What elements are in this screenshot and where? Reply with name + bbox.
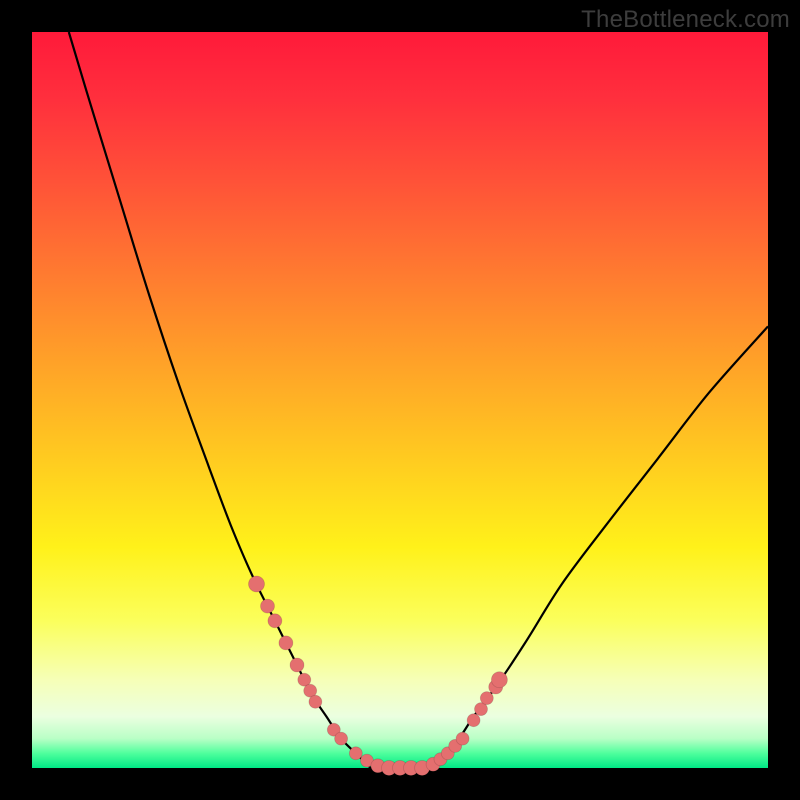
data-point [491,672,507,688]
bottleneck-curve [69,32,768,769]
watermark-text: TheBottleneck.com [581,6,790,34]
data-point [456,732,469,745]
data-point [467,714,480,727]
data-point [480,692,493,705]
data-point [268,614,282,628]
data-point [279,636,293,650]
data-point [349,747,362,760]
data-point [309,695,322,708]
marker-group [249,576,508,776]
data-point [335,732,348,745]
chart-frame: TheBottleneck.com [0,0,800,800]
data-point [290,658,304,672]
plot-area [32,32,768,768]
data-point [261,599,275,613]
data-point [249,576,265,592]
chart-svg [32,32,768,768]
